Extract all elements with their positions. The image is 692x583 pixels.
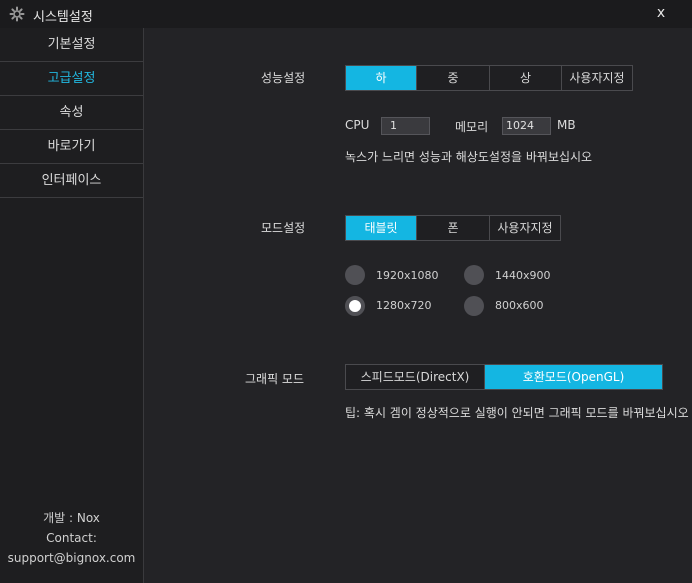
performance-option-custom[interactable]: 사용자지정 (562, 66, 632, 90)
cpu-input[interactable]: 1 (381, 117, 430, 135)
mode-label: 모드설정 (261, 221, 306, 235)
performance-option-medium[interactable]: 중 (417, 66, 490, 90)
contact-label: Contact: (46, 531, 97, 545)
graphics-option-directx[interactable]: 스피드모드(DirectX) (346, 365, 485, 389)
contact-email: support@bignox.com (7, 551, 136, 565)
sidebar: 기본설정 고급설정 속성 바로가기 인터페이스 개발 : Nox Contact… (0, 28, 144, 583)
radio-1280x720[interactable] (345, 296, 365, 316)
radio-label-800x600: 800x600 (495, 299, 544, 312)
performance-label: 성능설정 (261, 71, 306, 85)
graphics-option-opengl[interactable]: 호환모드(OpenGL) (485, 365, 662, 389)
sidebar-item-shortcuts[interactable]: 바로가기 (0, 130, 143, 164)
radio-label-1440x900: 1440x900 (495, 269, 551, 282)
title-bar: 시스템설정 x (0, 0, 692, 28)
sidebar-item-advanced[interactable]: 고급설정 (0, 62, 143, 96)
window-title: 시스템설정 (33, 10, 93, 25)
memory-label: 메모리 (455, 120, 489, 134)
close-button[interactable]: x (652, 4, 670, 22)
performance-option-high[interactable]: 상 (490, 66, 562, 90)
sidebar-item-interface[interactable]: 인터페이스 (0, 164, 143, 198)
cpu-label: CPU (345, 118, 370, 132)
sidebar-item-properties[interactable]: 속성 (0, 96, 143, 130)
memory-input[interactable]: 1024 (502, 117, 551, 135)
mode-option-custom[interactable]: 사용자지정 (490, 216, 560, 240)
radio-label-1920x1080: 1920x1080 (376, 269, 439, 282)
sidebar-footer: 개발 : Nox Contact: support@bignox.com (0, 508, 143, 568)
sidebar-item-basic[interactable]: 기본설정 (0, 28, 143, 62)
mode-option-tablet[interactable]: 태블릿 (346, 216, 417, 240)
radio-1920x1080[interactable] (345, 265, 365, 285)
developer-text: 개발 : Nox (43, 511, 100, 525)
graphics-label: 그래픽 모드 (245, 372, 305, 386)
graphics-options: 스피드모드(DirectX) 호환모드(OpenGL) (345, 364, 663, 390)
radio-800x600[interactable] (464, 296, 484, 316)
mode-option-phone[interactable]: 폰 (417, 216, 490, 240)
radio-label-1280x720: 1280x720 (376, 299, 432, 312)
graphics-tip: 팁: 혹시 겜이 정상적으로 실행이 안되면 그래픽 모드를 바꿔보십시오 (345, 406, 689, 420)
performance-options: 하 중 상 사용자지정 (345, 65, 633, 91)
radio-1440x900[interactable] (464, 265, 484, 285)
performance-option-low[interactable]: 하 (346, 66, 417, 90)
performance-hint: 녹스가 느리면 성능과 해상도설정을 바꿔보십시오 (345, 150, 593, 164)
memory-unit: MB (557, 118, 576, 132)
mode-options: 태블릿 폰 사용자지정 (345, 215, 561, 241)
main-panel: 성능설정 하 중 상 사용자지정 CPU 1 메모리 1024 MB 녹스가 느… (144, 28, 692, 583)
gear-icon (9, 6, 25, 22)
